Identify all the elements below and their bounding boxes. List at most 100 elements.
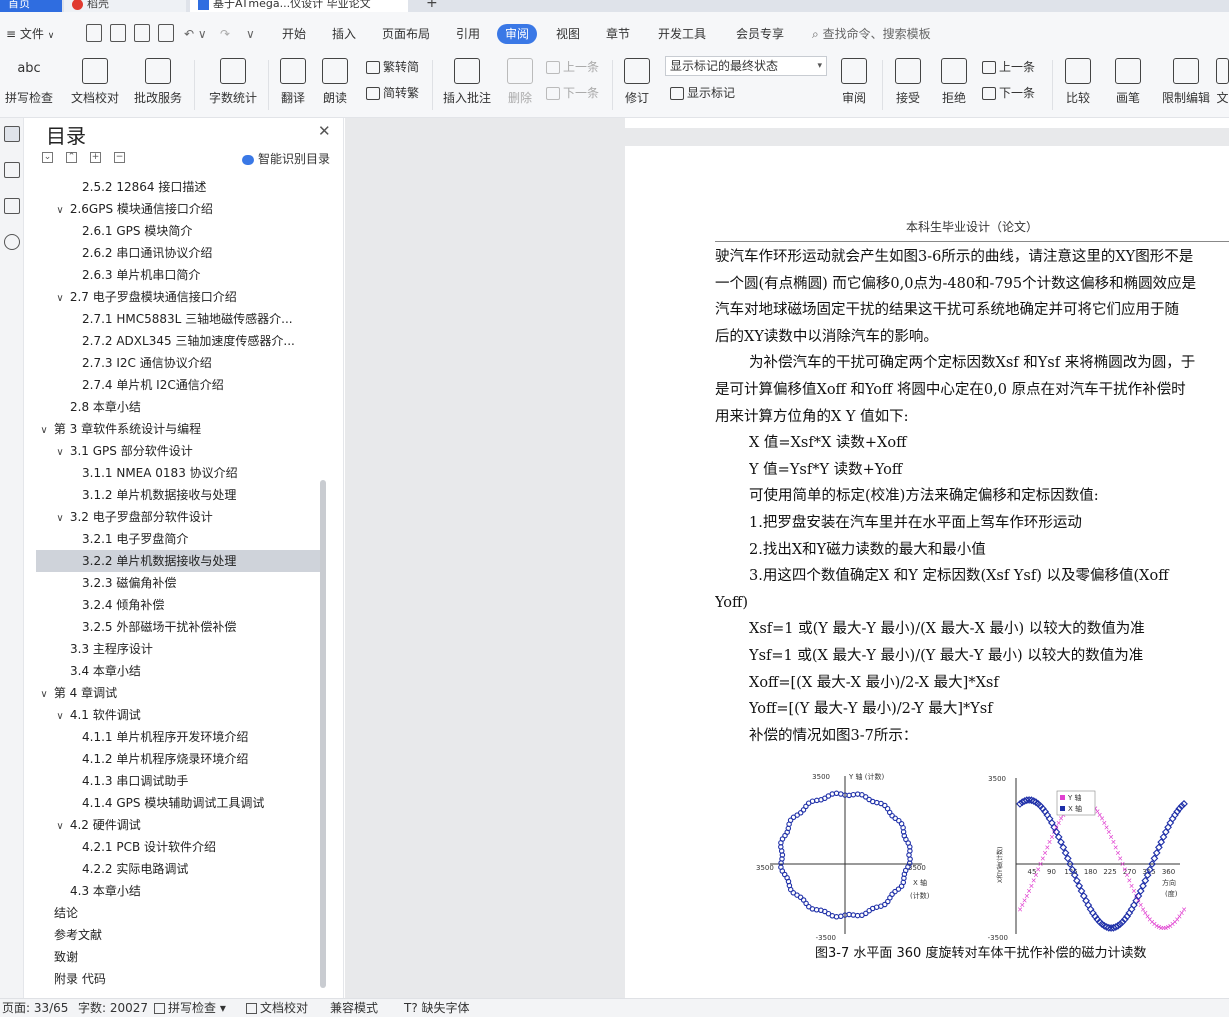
- close-icon[interactable]: ✕: [318, 122, 331, 140]
- toc-item[interactable]: 4.2.2 实际电路调试: [36, 858, 320, 880]
- missing-font[interactable]: T? 缺失字体: [404, 999, 470, 1017]
- toc-item[interactable]: 3.2.2 单片机数据接收与处理: [36, 550, 320, 572]
- toc-item[interactable]: 3.2.5 外部磁场干扰补偿补偿: [36, 616, 320, 638]
- next-change-button[interactable]: 下一条: [982, 84, 1035, 102]
- toc-item[interactable]: 3.2.3 磁偏角补偿: [36, 572, 320, 594]
- menu-review[interactable]: 审阅: [497, 24, 538, 44]
- tab-docer[interactable]: 稻壳: [64, 0, 186, 12]
- menu-view[interactable]: 视图: [556, 24, 580, 44]
- reviewing-pane-button[interactable]: 审阅: [834, 54, 874, 114]
- toc-item[interactable]: 2.6.2 串口通讯协议介绍: [36, 242, 320, 264]
- toc-item[interactable]: ∨ 3.1 GPS 部分软件设计: [36, 440, 320, 462]
- toc-item[interactable]: 3.2.1 电子罗盘简介: [36, 528, 320, 550]
- toc-item[interactable]: 4.1.3 串口调试助手: [36, 770, 320, 792]
- toc-item[interactable]: 2.7.4 单片机 I2C通信介绍: [36, 374, 320, 396]
- toc-item[interactable]: ∨ 3.2 电子罗盘部分软件设计: [36, 506, 320, 528]
- toc-item[interactable]: 3.2.4 倾角补偿: [36, 594, 320, 616]
- toc-item[interactable]: 2.8 本章小结: [36, 396, 320, 418]
- tab-home[interactable]: 首页: [0, 0, 62, 12]
- toc-item[interactable]: 2.6.1 GPS 模块简介: [36, 220, 320, 242]
- markup-display-select[interactable]: 显示标记的最终状态 ▾: [665, 56, 827, 76]
- delete-comment-button[interactable]: 删除: [500, 54, 540, 114]
- toc-item[interactable]: 4.1.1 单片机程序开发环境介绍: [36, 726, 320, 748]
- toc-item[interactable]: 4.1.4 GPS 模块辅助调试工具调试: [36, 792, 320, 814]
- toc-item[interactable]: ∨ 第 3 章软件系统设计与编程: [36, 418, 320, 440]
- toc-panel-icon[interactable]: [4, 126, 20, 142]
- tab-document[interactable]: 基于ATmega...仪设计 毕业论文: [190, 0, 408, 12]
- new-tab-button[interactable]: +: [418, 0, 440, 12]
- toc-item[interactable]: ∨ 4.2 硬件调试: [36, 814, 320, 836]
- toc-item[interactable]: 2.6.3 单片机串口简介: [36, 264, 320, 286]
- toc-item[interactable]: 4.2.1 PCB 设计软件介绍: [36, 836, 320, 858]
- reject-button[interactable]: 拒绝: [934, 54, 974, 114]
- spell-check-button[interactable]: abc 拼写检查: [2, 54, 56, 114]
- next-comment-button[interactable]: 下一条: [546, 84, 599, 102]
- expand-one-level-icon[interactable]: ⌃: [66, 152, 77, 163]
- chevron-down-icon[interactable]: ∨: [54, 288, 66, 308]
- simp-to-trad-button[interactable]: 简转繁: [366, 84, 419, 102]
- menu-insert[interactable]: 插入: [332, 24, 356, 44]
- menu-start[interactable]: 开始: [282, 24, 306, 44]
- toc-item[interactable]: ∨ 第 4 章调试: [36, 682, 320, 704]
- styles-panel-icon[interactable]: [4, 162, 20, 178]
- word-count[interactable]: 字数: 20027: [78, 999, 148, 1017]
- toc-item[interactable]: 2.5.2 12864 接口描述: [36, 176, 320, 198]
- chevron-down-icon[interactable]: ∨: [38, 420, 50, 440]
- bookmark-icon[interactable]: [4, 198, 20, 214]
- track-changes-button[interactable]: 修订: [618, 54, 656, 114]
- toc-scrollbar[interactable]: [320, 480, 326, 988]
- ai-toc-button[interactable]: 智能识别目录: [242, 150, 330, 167]
- save-icon[interactable]: [86, 24, 102, 42]
- compare-button[interactable]: 比较: [1058, 54, 1098, 114]
- toc-item[interactable]: 3.4 本章小结: [36, 660, 320, 682]
- status-spell-check[interactable]: 拼写检查 ▾: [154, 999, 226, 1017]
- doc-proof-button[interactable]: 文档校对: [68, 54, 122, 114]
- menu-references[interactable]: 引用: [456, 24, 480, 44]
- more-ribbon-button[interactable]: 文: [1216, 54, 1229, 114]
- toc-item[interactable]: 附录 代码: [36, 968, 320, 988]
- file-menu[interactable]: ≡ 文件 ∨: [6, 24, 54, 44]
- status-doc-proof[interactable]: 文档校对: [246, 999, 308, 1017]
- toc-item[interactable]: ∨ 2.7 电子罗盘模块通信接口介绍: [36, 286, 320, 308]
- menu-page-layout[interactable]: 页面布局: [382, 24, 430, 44]
- menu-chapter[interactable]: 章节: [606, 24, 630, 44]
- toc-item[interactable]: 2.7.2 ADXL345 三轴加速度传感器介...: [36, 330, 320, 352]
- toc-item[interactable]: 致谢: [36, 946, 320, 968]
- chevron-down-icon[interactable]: ∨: [54, 200, 66, 220]
- chevron-down-icon[interactable]: ∨: [54, 816, 66, 836]
- restrict-edit-button[interactable]: 限制编辑: [1160, 54, 1212, 114]
- toc-item[interactable]: 参考文献: [36, 924, 320, 946]
- command-search[interactable]: ⌕ 查找命令、搜索模板: [812, 24, 931, 44]
- redo-icon[interactable]: ↷: [220, 24, 230, 44]
- menu-developer[interactable]: 开发工具: [658, 24, 706, 44]
- toc-item[interactable]: 结论: [36, 902, 320, 924]
- collapse-all-icon[interactable]: ⌄: [42, 152, 53, 163]
- collapse-icon[interactable]: −: [114, 152, 125, 163]
- batch-service-button[interactable]: 批改服务: [128, 54, 188, 114]
- trad-to-simp-button[interactable]: 繁转简: [366, 58, 419, 76]
- expand-icon[interactable]: +: [90, 152, 101, 163]
- insert-comment-button[interactable]: 插入批注: [440, 54, 494, 114]
- translate-button[interactable]: 翻译: [276, 54, 310, 114]
- prev-change-button[interactable]: 上一条: [982, 58, 1035, 76]
- toc-item[interactable]: 2.7.1 HMC5883L 三轴地磁传感器介...: [36, 308, 320, 330]
- undo-icon[interactable]: ↶ ∨: [184, 24, 207, 44]
- toc-item[interactable]: 4.3 本章小结: [36, 880, 320, 902]
- page-count[interactable]: 页面: 33/65: [2, 999, 68, 1017]
- show-markup-button[interactable]: 显示标记: [670, 84, 735, 102]
- print-preview-icon[interactable]: [158, 24, 174, 42]
- search-icon[interactable]: [4, 234, 20, 250]
- menu-member[interactable]: 会员专享: [736, 24, 784, 44]
- prev-comment-button[interactable]: 上一条: [546, 58, 599, 76]
- read-aloud-button[interactable]: 朗读: [318, 54, 352, 114]
- chevron-down-icon[interactable]: ∨: [54, 442, 66, 462]
- word-count-button[interactable]: 字数统计: [206, 54, 260, 114]
- customize-toolbar-icon[interactable]: ∨: [246, 24, 255, 44]
- chevron-down-icon[interactable]: ∨: [54, 706, 66, 726]
- toc-item[interactable]: 4.1.2 单片机程序烧录环境介绍: [36, 748, 320, 770]
- pen-button[interactable]: 画笔: [1110, 54, 1146, 114]
- toc-item[interactable]: 3.1.1 NMEA 0183 协议介绍: [36, 462, 320, 484]
- toc-item[interactable]: ∨ 2.6GPS 模块通信接口介绍: [36, 198, 320, 220]
- toc-item[interactable]: 2.7.3 I2C 通信协议介绍: [36, 352, 320, 374]
- document-page[interactable]: 本科生毕业设计（论文） 驶汽车作环形运动就会产生如图3-6所示的曲线，请注意这里…: [625, 146, 1229, 998]
